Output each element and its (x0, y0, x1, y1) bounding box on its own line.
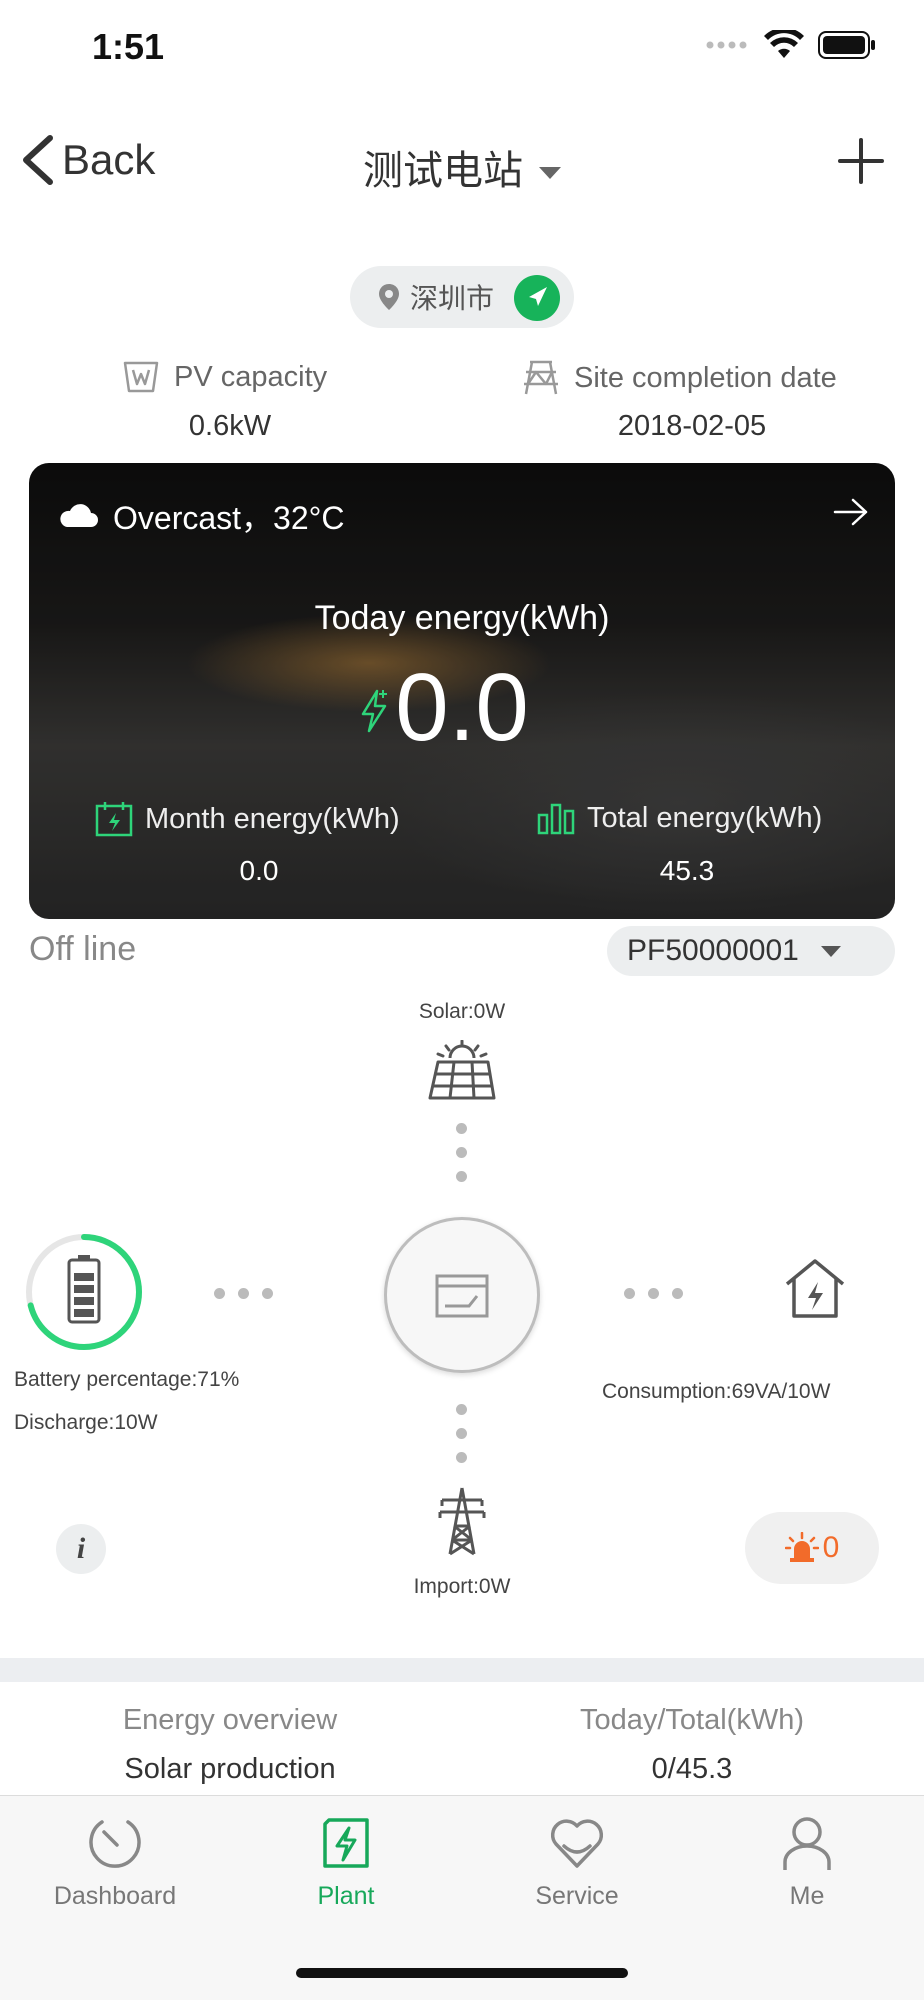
flow-dot (456, 1171, 467, 1182)
bar-chart-icon (537, 803, 575, 835)
flow-dot (456, 1428, 467, 1439)
tab-me[interactable]: Me (717, 1814, 897, 1911)
status-icons (706, 30, 876, 60)
service-icon (550, 1819, 604, 1868)
completion-date-value: 2018-02-05 (617, 410, 767, 442)
overview-row-label: Solar production (124, 1753, 336, 1785)
me-icon (783, 1817, 831, 1870)
navigate-button[interactable] (514, 275, 560, 321)
weather-text: Overcast，32°C (113, 500, 345, 536)
weather-row: Overcast，32°C (57, 493, 345, 539)
month-energy-value: 0.0 (239, 855, 279, 886)
flow-dot (648, 1288, 659, 1299)
flow-dot (456, 1452, 467, 1463)
alarm-button[interactable]: 0 (745, 1512, 879, 1584)
flow-dot (456, 1147, 467, 1158)
battery-percentage-label: Battery percentage:71% (14, 1368, 240, 1391)
total-energy-label: Total energy(kWh) (537, 801, 822, 835)
consumption-label: Consumption:69VA/10W (602, 1380, 831, 1403)
grid-tower-icon[interactable] (436, 1486, 488, 1556)
alarm-count: 0 (822, 1531, 840, 1564)
dashboard-icon (89, 1820, 141, 1868)
pv-capacity-value: 0.6kW (188, 410, 272, 442)
capacity-icon (123, 361, 159, 393)
calendar-bolt-icon (95, 802, 133, 837)
house-icon[interactable] (782, 1258, 848, 1320)
flow-dot (238, 1288, 249, 1299)
add-icon[interactable] (838, 138, 884, 184)
tab-plant[interactable]: Plant (256, 1814, 436, 1911)
section-divider (0, 1658, 924, 1682)
plant-icon (323, 1818, 369, 1868)
overview-header-left: Energy overview (122, 1704, 338, 1736)
inverter-node[interactable] (384, 1217, 540, 1373)
solar-panel-icon[interactable] (428, 1040, 496, 1102)
caret-down-icon (539, 167, 561, 180)
today-energy-value: 0.0 (395, 654, 529, 761)
device-serial: PF50000001 (627, 934, 799, 967)
device-selector[interactable]: PF50000001 (607, 926, 895, 976)
inverter-icon (435, 1274, 489, 1318)
flow-dot (624, 1288, 635, 1299)
flow-dot (456, 1404, 467, 1415)
page-title: 测试电站 (363, 149, 523, 193)
location-pin-icon (379, 284, 399, 310)
navigation-arrow-icon (529, 287, 547, 306)
tab-service[interactable]: Service (487, 1814, 667, 1911)
flow-dot (672, 1288, 683, 1299)
today-energy-label: Today energy(kWh) (314, 599, 610, 637)
tab-dashboard[interactable]: Dashboard (25, 1814, 205, 1911)
alarm-siren-icon (784, 1532, 819, 1562)
solar-power-label: Solar:0W (418, 1000, 506, 1023)
flow-dot (456, 1123, 467, 1134)
energy-card[interactable]: Overcast，32°C Today energy(kWh) 0.0 Mont… (29, 463, 895, 919)
cloud-icon (60, 504, 98, 527)
battery-status-icon (818, 31, 875, 59)
wifi-icon (764, 30, 804, 58)
month-energy-label: Month energy(kWh) (95, 801, 400, 837)
construction-icon (524, 360, 558, 395)
completion-date-label: Site completion date (522, 360, 837, 396)
flow-dot (262, 1288, 273, 1299)
pv-capacity-label: PV capacity (122, 360, 327, 394)
plant-selector[interactable]: 测试电站 (0, 138, 924, 196)
arrow-right-icon[interactable] (833, 497, 869, 527)
signal-icon (706, 41, 747, 49)
flow-dot (214, 1288, 225, 1299)
battery-icon (67, 1255, 101, 1324)
info-button[interactable]: i (56, 1524, 106, 1574)
overview-row-value: 0/45.3 (651, 1753, 733, 1785)
status-time: 1:51 (92, 26, 165, 67)
discharge-label: Discharge:10W (14, 1411, 158, 1434)
location-chip[interactable]: 深圳市 (350, 266, 574, 328)
device-status: Off line (29, 930, 137, 968)
battery-ring[interactable] (24, 1232, 144, 1352)
location-city: 深圳市 (410, 283, 495, 314)
total-energy-value: 45.3 (659, 855, 715, 886)
overview-header-right: Today/Total(kWh) (579, 1704, 804, 1736)
caret-down-icon (820, 945, 841, 957)
home-indicator (296, 1968, 628, 1978)
